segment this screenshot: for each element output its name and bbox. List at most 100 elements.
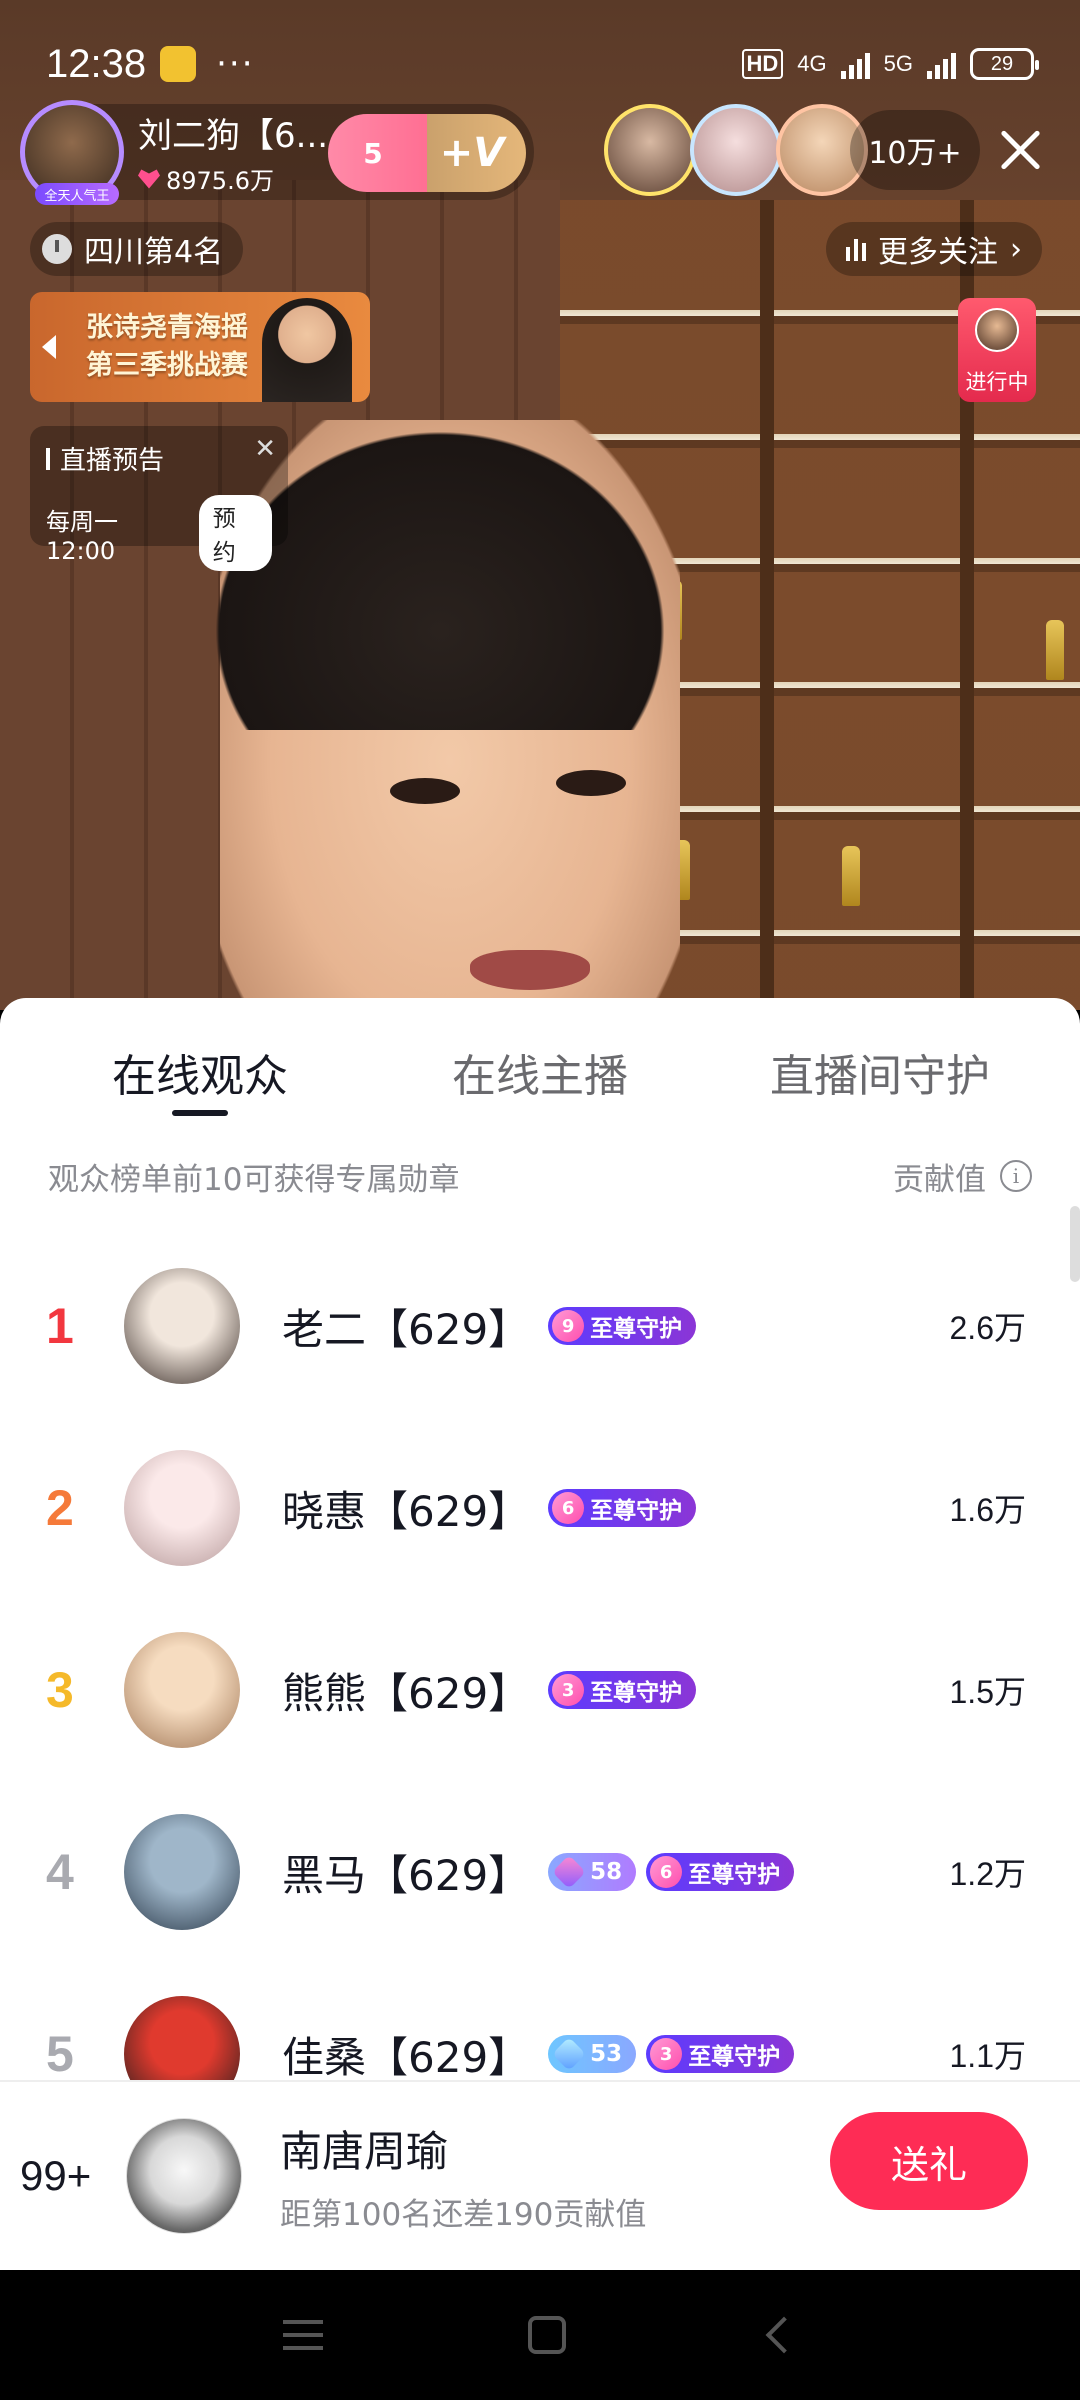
ranking-subheader: 观众榜单前10可获得专属勋章 贡献值 i — [0, 1116, 1080, 1206]
tab-online-audience[interactable]: 在线观众 — [0, 1040, 400, 1116]
viewer-avatar[interactable] — [604, 104, 696, 196]
rank-number: 4 — [46, 1844, 74, 1900]
user-avatar[interactable] — [124, 1450, 240, 1566]
home-icon[interactable] — [527, 2316, 566, 2354]
guardian-badge: 9 至尊守护 — [548, 1307, 697, 1345]
info-icon[interactable]: i — [1000, 1160, 1032, 1192]
app-notification-icon — [160, 46, 197, 82]
ranking-row[interactable]: 3 熊熊【629】 3 至尊守护 1.5万 — [0, 1600, 1080, 1780]
event-title-line2: 第三季挑战赛 — [86, 350, 248, 381]
user-avatar[interactable] — [124, 1268, 240, 1384]
preview-schedule: 每周一12:00 — [46, 507, 118, 565]
guardian-label: 至尊守护 — [688, 2044, 781, 2070]
close-icon[interactable]: ✕ — [254, 434, 276, 464]
status-indicators: HD 4G 5G 29 — [741, 48, 1039, 80]
region-rank-text: 四川第4名 — [84, 235, 224, 270]
streamer-eye — [390, 778, 460, 804]
guardian-badge: 3 至尊守护 — [646, 2035, 795, 2073]
tab-room-guardians[interactable]: 直播间守护 — [680, 1040, 1080, 1116]
top-viewers[interactable] — [604, 104, 868, 196]
signal-icon — [840, 49, 870, 79]
contribution-value: 1.5万 — [949, 1674, 1027, 1710]
preview-row: 每周一12:00 预约 — [46, 495, 272, 571]
region-rank-pill[interactable]: 四川第4名 — [30, 222, 244, 276]
live-now-card[interactable]: 进行中 — [958, 298, 1036, 402]
contribution-value: 1.6万 — [949, 1492, 1027, 1528]
user-badges: 9 至尊守护 — [548, 1307, 697, 1345]
gem-icon — [552, 1855, 587, 1889]
battery-icon: 29 — [970, 48, 1039, 80]
contribution-value: 1.2万 — [949, 1856, 1027, 1892]
viewer-avatar[interactable] — [690, 104, 782, 196]
guardian-label: 至尊守护 — [590, 1680, 683, 1706]
status-more-icon: ··· — [216, 44, 255, 84]
ranking-row[interactable]: 2 晓惠【629】 6 至尊守护 1.6万 — [0, 1418, 1080, 1598]
user-avatar[interactable] — [124, 1814, 240, 1930]
event-title-line1: 张诗尧青海摇 — [86, 312, 248, 343]
gem-icon — [552, 2037, 587, 2071]
rank-number: 3 — [46, 1662, 74, 1718]
status-time: 12:38 — [46, 41, 147, 86]
ranking-hint: 观众榜单前10可获得专属勋章 — [48, 1161, 460, 1198]
ranking-row[interactable]: 4 黑马【629】 58 6 至尊守护 1.2万 — [0, 1782, 1080, 1962]
heart-icon — [138, 169, 160, 189]
streamer-mouth — [470, 950, 590, 990]
tab-online-hosts[interactable]: 在线主播 — [400, 1040, 680, 1116]
hd-icon: HD — [741, 49, 784, 79]
chart-bars-icon — [846, 237, 866, 261]
value-header: 贡献值 i — [893, 1154, 1032, 1199]
user-name: 熊熊【629】 — [282, 1668, 531, 1718]
back-icon[interactable] — [765, 2316, 803, 2354]
video-shelf-column — [760, 200, 774, 1010]
fan-level-value: 58 — [590, 1859, 623, 1885]
ranking-row[interactable]: 1 老二【629】 9 至尊守护 2.6万 — [0, 1236, 1080, 1416]
network-5g-label: 5G — [883, 51, 913, 76]
guardian-icon: 6 — [552, 1492, 585, 1524]
send-gift-button[interactable]: 送礼 — [830, 2112, 1028, 2210]
rank-number: 2 — [46, 1480, 74, 1536]
guardian-badge: 6 至尊守护 — [646, 1853, 795, 1891]
live-now-label: 进行中 — [965, 370, 1029, 394]
rank-number: 1 — [46, 1298, 74, 1354]
my-rank-gap: 距第100名还差190贡献值 — [280, 2197, 647, 2233]
collapse-arrow-icon[interactable] — [42, 335, 56, 359]
sheet-tabs: 在线观众 在线主播 直播间守护 — [0, 998, 1080, 1116]
user-avatar[interactable] — [124, 1632, 240, 1748]
guardian-icon: 9 — [552, 1310, 585, 1342]
host-likes: 8975.6万 — [138, 161, 328, 196]
menu-icon[interactable] — [282, 2320, 323, 2350]
user-badges: 58 6 至尊守护 — [548, 1853, 795, 1891]
my-avatar[interactable] — [126, 2118, 242, 2234]
contribution-value: 2.6万 — [949, 1310, 1027, 1346]
host-popularity-badge: 全天人气王 — [35, 183, 119, 205]
system-nav-bar — [0, 2270, 1080, 2400]
guardian-icon: 6 — [650, 1856, 683, 1888]
guardian-icon: 3 — [650, 2038, 683, 2070]
user-name: 佳桑【629】 — [282, 2032, 531, 2082]
close-icon[interactable] — [992, 122, 1048, 178]
user-name: 老二【629】 — [282, 1304, 531, 1354]
trophy — [1046, 620, 1064, 680]
event-title: 张诗尧青海摇 第三季挑战赛 — [86, 309, 248, 385]
live-preview-card: 直播预告 ✕ 每周一12:00 预约 — [30, 426, 288, 571]
my-name: 南唐周瑜 — [280, 2127, 449, 2176]
audience-sheet: 在线观众 在线主播 直播间守护 观众榜单前10可获得专属勋章 贡献值 i 1 老二… — [0, 998, 1080, 2270]
status-bar: 12:38 ··· HD 4G 5G 29 — [0, 0, 1080, 100]
preview-title: 直播预告 — [46, 440, 272, 477]
guardian-label: 至尊守护 — [590, 1316, 683, 1342]
user-name: 黑马【629】 — [282, 1850, 531, 1900]
reserve-button[interactable]: 预约 — [198, 495, 272, 571]
guardian-badge: 3 至尊守护 — [548, 1671, 697, 1709]
host-name: 刘二狗【6... — [138, 116, 329, 156]
fan-club-button[interactable]: 5 +V — [328, 114, 526, 192]
guardian-label: 至尊守护 — [688, 1862, 781, 1888]
event-banner[interactable]: 张诗尧青海摇 第三季挑战赛 — [30, 292, 370, 402]
host-avatar[interactable]: 全天人气王 — [20, 100, 124, 205]
fan-level-badge: 53 — [548, 2035, 637, 2073]
guardian-icon: 3 — [552, 1674, 585, 1706]
my-rank-number: 99+ — [20, 2152, 92, 2199]
more-follow-button[interactable]: 更多关注 › — [826, 222, 1042, 276]
user-badges: 3 至尊守护 — [548, 1671, 697, 1709]
streamer-eye — [556, 770, 626, 796]
viewer-count-button[interactable]: 10万+ — [850, 110, 980, 190]
